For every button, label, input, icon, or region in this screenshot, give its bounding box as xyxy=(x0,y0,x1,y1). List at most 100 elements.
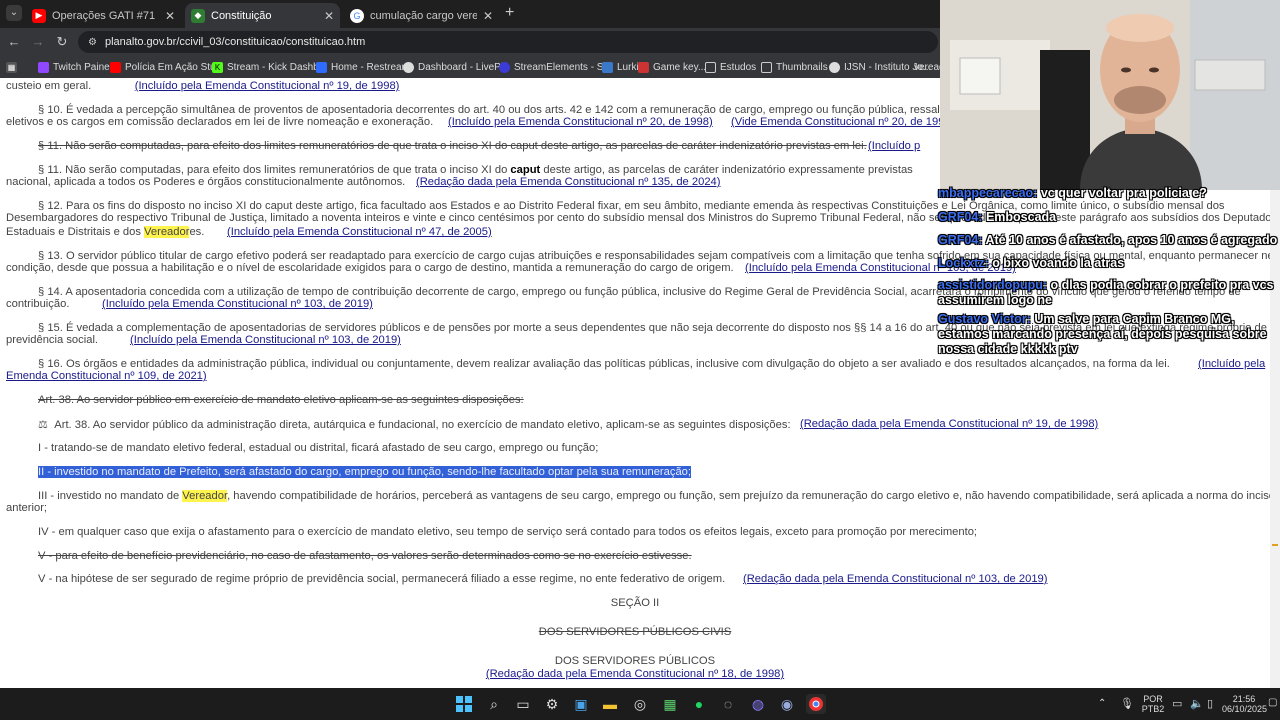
bookmark-livepix[interactable]: Dashboard - LivePix xyxy=(403,59,508,75)
battery-icon[interactable]: ▯ xyxy=(1207,697,1213,710)
address-bar[interactable]: ⚙ planalto.gov.br/ccivil_03/constituicao… xyxy=(78,31,938,53)
back-arrow-icon[interactable]: ← xyxy=(6,34,22,50)
chat-overlay: mbappecarecao: vc quer voltar pra polici… xyxy=(938,186,1278,366)
spotify-icon[interactable]: ● xyxy=(689,694,709,714)
amendment-link[interactable]: (Vide Emenda Constitucional nº 20, de 19… xyxy=(731,116,951,128)
amendment-link[interactable]: (Redação dada pela Emenda Constitucional… xyxy=(416,176,721,188)
inciso-2-selected[interactable]: II - investido no mandato de Prefeito, s… xyxy=(38,466,692,478)
bookmark-streamelements[interactable]: StreamElements - S... xyxy=(499,59,612,75)
search-icon[interactable]: ⌕ xyxy=(484,694,504,714)
chat-username: Gustavo Victor: xyxy=(938,312,1031,326)
bookmark-restream[interactable]: Home - Restream xyxy=(316,59,410,75)
paragraph-10: § 10. É vedada a percepção simultânea de… xyxy=(38,104,958,116)
chat-username: GRF04: xyxy=(938,233,983,247)
section-subtitle: DOS SERVIDORES PÚBLICOS xyxy=(554,655,716,667)
text-selection: II - investido no mandato de Prefeito, s… xyxy=(38,466,692,478)
clock[interactable]: 21:56 06/10/2025 xyxy=(1222,694,1267,714)
chat-text: vc quer voltar pra policia e? xyxy=(1040,186,1207,200)
steam-icon[interactable]: ◉ xyxy=(777,694,797,714)
google-icon: G xyxy=(350,8,364,23)
paragraph-12-end: Estaduais e Distritais e dos Vereadores. xyxy=(6,226,205,238)
close-icon[interactable]: ✕ xyxy=(483,9,493,23)
tab-constituicao[interactable]: ◆ Constituição ✕ xyxy=(185,3,340,28)
bookmark-kick[interactable]: K Stream - Kick Dashb... xyxy=(212,59,327,75)
inciso-5-revoked: V - para efeito de benefício previdenciá… xyxy=(38,550,692,562)
app-icon[interactable]: ◎ xyxy=(630,694,650,714)
bookmark-lurkit[interactable]: Lurkit xyxy=(602,59,641,75)
amendment-link[interactable]: (Incluído pela Emenda Constitucional nº … xyxy=(227,226,492,238)
bookmark-twitch[interactable]: Twitch Painel xyxy=(38,59,112,75)
app-icon[interactable]: ▦ xyxy=(660,694,680,714)
chrome-icon[interactable] xyxy=(806,694,826,714)
paragraph-13-cont: condição, desde que possua a habilitação… xyxy=(6,262,734,274)
text-line: custeio em geral. (Incluído pela Emenda … xyxy=(6,80,400,92)
volume-icon[interactable]: 🔈 xyxy=(1190,697,1204,710)
scale-icon: ⚖ xyxy=(38,419,49,431)
settings-icon[interactable]: ⚙ xyxy=(542,694,562,714)
restream-icon xyxy=(316,61,327,73)
youtube-icon: ▶ xyxy=(32,8,46,23)
chat-username: assistidordopupu: xyxy=(938,278,1048,292)
globe-icon xyxy=(403,61,414,73)
inciso-3-cont: anterior; xyxy=(6,502,48,514)
url-text[interactable]: planalto.gov.br/ccivil_03/constituicao/c… xyxy=(105,36,365,48)
forward-arrow-icon[interactable]: → xyxy=(30,34,46,50)
article-38-revoked: Art. 38. Ao servidor público em exercíci… xyxy=(38,394,524,406)
tab-operacoes[interactable]: ▶ Operações GATI #71 F ✕ xyxy=(26,3,181,28)
section-title: SEÇÃO II xyxy=(610,597,660,609)
close-icon[interactable]: ✕ xyxy=(165,9,175,23)
app-icon[interactable]: ◌ xyxy=(718,694,738,714)
tab-title: Constituição xyxy=(211,9,272,22)
discord-icon[interactable]: ◍ xyxy=(748,694,768,714)
task-view-icon[interactable]: ▭ xyxy=(513,694,533,714)
bookmark-gamekey[interactable]: Game key... xyxy=(638,59,706,75)
amendment-link[interactable]: Emenda Constitucional nº 109, de 2021) xyxy=(6,370,207,382)
photos-icon[interactable]: ▣ xyxy=(571,694,591,714)
amendment-link[interactable]: (Redação dada pela Emenda Constitucional… xyxy=(486,668,784,680)
site-info-icon[interactable]: ⚙ xyxy=(88,37,97,48)
inciso-5: V - na hipótese de ser segurado de regim… xyxy=(38,573,726,585)
inciso-3: III - investido no mandato de Vereador, … xyxy=(38,490,1270,502)
amendment-link[interactable]: (Incluído pela Emenda Constitucional nº … xyxy=(102,298,373,310)
amendment-link[interactable]: (Incluído pela Emenda Constitucional nº … xyxy=(135,80,400,92)
chat-message: assistidordopupu: o dlas podia cobrar o … xyxy=(938,278,1278,308)
notifications-icon[interactable]: ▢ xyxy=(1268,697,1277,708)
chat-text: Até 10 anos é afastado, apos 10 anos é a… xyxy=(985,233,1278,247)
file-explorer-icon[interactable]: ▬ xyxy=(600,694,620,714)
new-tab-button[interactable]: + xyxy=(505,5,514,21)
chat-message: Gustavo Victor: Um salve para Capim Bran… xyxy=(938,312,1278,357)
chat-message: GRF04: Emboscada xyxy=(938,210,1278,225)
search-highlight: Vereador xyxy=(144,226,190,238)
inciso-4: IV - em qualquer caso que exija o afasta… xyxy=(38,526,978,538)
keyboard-language[interactable]: POR PTB2 xyxy=(1140,694,1166,714)
amendment-link[interactable]: (Redação dada pela Emenda Constitucional… xyxy=(743,573,1048,585)
chat-text: o bixo voando la atras xyxy=(992,256,1125,270)
tab-cumulacao[interactable]: G cumulação cargo vereador e se ✕ xyxy=(344,3,499,28)
gov-icon: ◆ xyxy=(191,8,205,23)
apps-grid-icon[interactable]: ▦ xyxy=(6,59,21,75)
chat-username: GRF04: xyxy=(938,210,983,224)
network-icon[interactable]: ▭ xyxy=(1172,697,1182,710)
amendment-link[interactable]: (Incluído p xyxy=(868,140,920,152)
show-hidden-icons-icon[interactable]: ⌃ xyxy=(1098,698,1106,709)
microphone-icon[interactable]: 🎙 xyxy=(1120,697,1134,710)
amendment-link[interactable]: (Redação dada pela Emenda Constitucional… xyxy=(800,418,1098,430)
paragraph-15-cont: previdência social. xyxy=(6,334,99,346)
section-subtitle-revoked: DOS SERVIDORES PÚBLICOS CIVIS xyxy=(538,626,732,638)
bookmark-policia[interactable]: Polícia Em Ação Stu... xyxy=(110,59,224,75)
amendment-link[interactable]: (Incluído pela Emenda Constitucional nº … xyxy=(130,334,401,346)
bookmark-estudos[interactable]: Estudos xyxy=(705,59,756,75)
bookmark-thumbnails[interactable]: Thumbnails xyxy=(761,59,828,75)
globe-icon xyxy=(829,61,840,73)
tab-search-button[interactable]: ⌄ xyxy=(6,5,22,21)
webcam-overlay xyxy=(940,0,1280,190)
amendment-link[interactable]: (Incluído pela Emenda Constitucional nº … xyxy=(448,116,713,128)
chat-username: mbappecarecao: xyxy=(938,186,1038,200)
chat-message: Lockxtz: o bixo voando la atras xyxy=(938,256,1278,271)
reload-icon[interactable]: ↻ xyxy=(54,34,70,50)
close-icon[interactable]: ✕ xyxy=(324,9,334,23)
search-highlight: Vereador xyxy=(182,490,228,502)
article-38: ⚖ Art. 38. Ao servidor público da admini… xyxy=(38,419,791,431)
kick-icon: K xyxy=(212,61,223,73)
windows-start-icon[interactable] xyxy=(454,694,474,714)
